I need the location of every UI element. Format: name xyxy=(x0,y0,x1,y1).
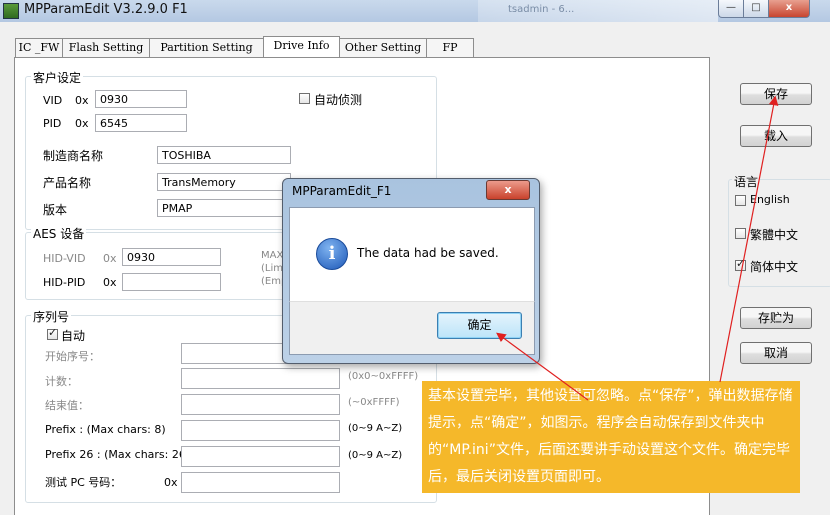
annotation-arrows xyxy=(496,95,779,401)
arrow-to-ok xyxy=(496,332,589,401)
arrow-to-save xyxy=(719,95,779,383)
